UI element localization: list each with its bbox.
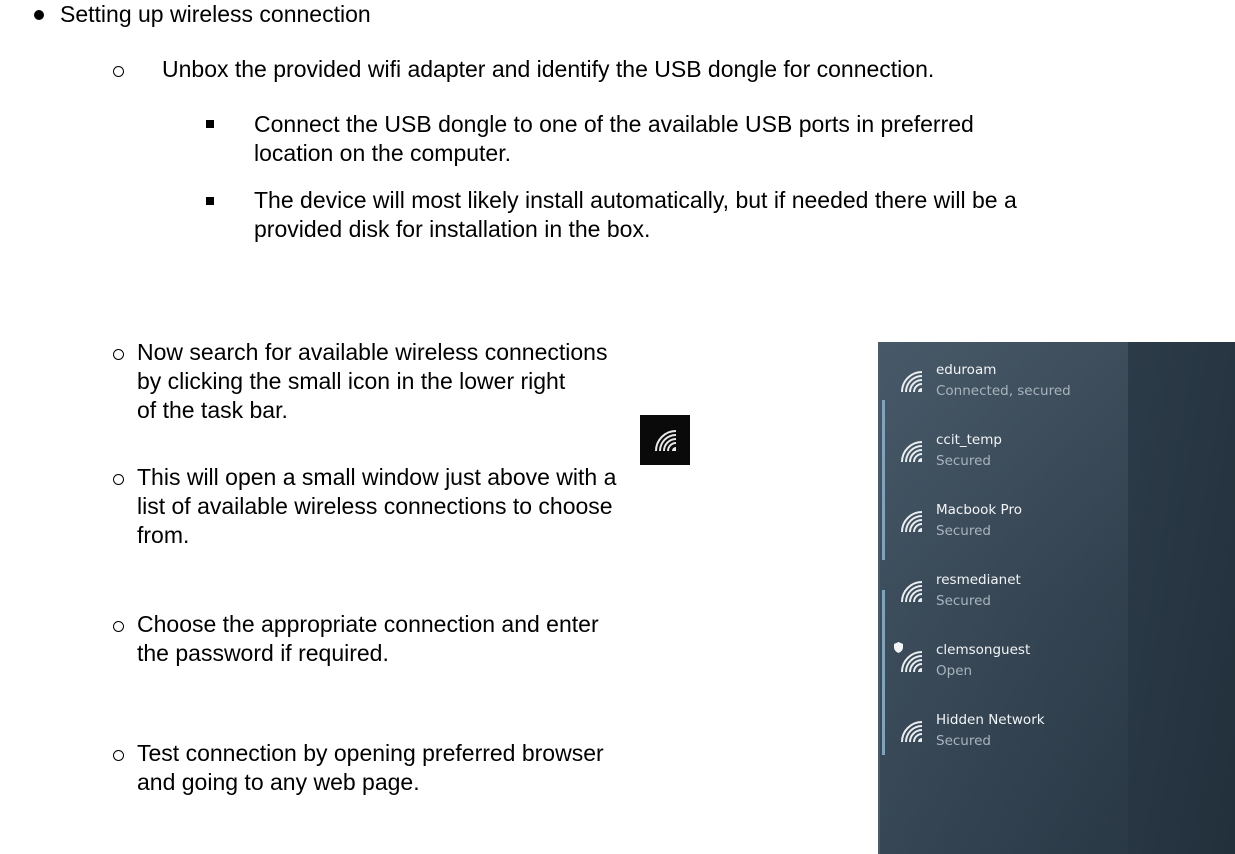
- bullet-circle: [113, 349, 124, 360]
- taskbar-wifi-icon[interactable]: [640, 415, 690, 465]
- bullet-circle: [113, 474, 124, 485]
- wifi-networks-panel: eduroam Connected, secured ccit_temp Sec…: [878, 342, 1235, 854]
- network-item-hidden-network[interactable]: Hidden Network Secured: [878, 702, 1235, 762]
- step-search-line-3: of the task bar.: [137, 397, 288, 423]
- step-test-line-1: Test connection by opening preferred bro…: [137, 740, 604, 766]
- substep-connect-line-2: location on the computer.: [254, 140, 511, 166]
- step-test-line-2: and going to any web page.: [137, 769, 420, 795]
- wifi-icon: [898, 648, 924, 674]
- bullet-circle: [113, 621, 124, 632]
- wifi-icon: [898, 578, 924, 604]
- bullet-circle: [113, 750, 124, 761]
- network-name: resmedianet: [936, 572, 1021, 588]
- network-status: Connected, secured: [936, 383, 1071, 399]
- network-name: clemsonguest: [936, 642, 1031, 658]
- step-open-line-3: from.: [137, 522, 190, 548]
- wifi-icon: [898, 718, 924, 744]
- network-item-clemsonguest[interactable]: clemsonguest Open: [878, 632, 1235, 692]
- network-status: Secured: [936, 733, 991, 749]
- network-name: ccit_temp: [936, 432, 1002, 448]
- network-status: Secured: [936, 523, 991, 539]
- step-choose-line-2: the password if required.: [137, 640, 389, 666]
- bullet-square: [206, 197, 214, 205]
- network-item-resmedianet[interactable]: resmedianet Secured: [878, 562, 1235, 622]
- bullet-square: [206, 120, 214, 128]
- step-open-line-1: This will open a small window just above…: [137, 464, 617, 490]
- bullet-disc: [34, 10, 44, 20]
- substep-connect-line-1: Connect the USB dongle to one of the ava…: [254, 111, 974, 137]
- step-search-line-2: by clicking the small icon in the lower …: [137, 368, 566, 394]
- network-name: eduroam: [936, 362, 997, 378]
- network-item-macbook-pro[interactable]: Macbook Pro Secured: [878, 492, 1235, 552]
- bullet-circle: [113, 66, 124, 77]
- network-item-ccit-temp[interactable]: ccit_temp Secured: [878, 422, 1235, 482]
- wifi-icon: [898, 438, 924, 464]
- step-choose-line-1: Choose the appropriate connection and en…: [137, 611, 599, 637]
- section-heading: Setting up wireless connection: [60, 1, 371, 27]
- network-item-eduroam[interactable]: eduroam Connected, secured: [878, 352, 1235, 412]
- step-open-line-2: list of available wireless connections t…: [137, 493, 613, 519]
- wifi-icon: [898, 508, 924, 534]
- wifi-icon: [898, 368, 924, 394]
- network-status: Secured: [936, 453, 991, 469]
- substep-install-line-1: The device will most likely install auto…: [254, 187, 1017, 213]
- network-status: Secured: [936, 593, 991, 609]
- network-status: Open: [936, 663, 973, 679]
- network-name: Macbook Pro: [936, 502, 1022, 518]
- substep-install-line-2: provided disk for installation in the bo…: [254, 216, 651, 242]
- step-unbox: Unbox the provided wifi adapter and iden…: [162, 56, 935, 82]
- network-name: Hidden Network: [936, 712, 1045, 728]
- step-search-line-1: Now search for available wireless connec…: [137, 339, 608, 365]
